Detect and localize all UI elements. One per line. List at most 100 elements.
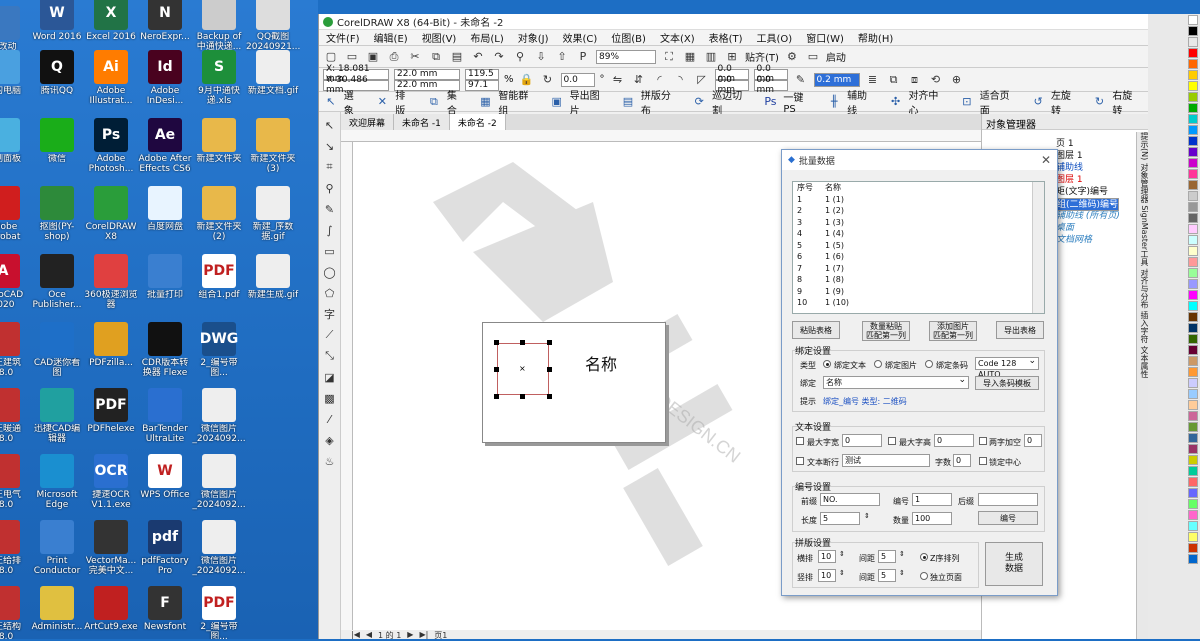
plugin-icon[interactable]: ✕ — [375, 94, 391, 110]
import-barcode-template-button[interactable]: 导入条码模板 — [975, 376, 1039, 390]
bind-code-radio[interactable] — [925, 360, 933, 368]
table-row[interactable]: 9 1 (9) — [797, 286, 861, 298]
desktop-icon[interactable]: CAD迷你看图 — [30, 318, 84, 384]
export-icon[interactable]: ⇧ — [554, 49, 570, 65]
new-icon[interactable]: ▢ — [323, 49, 339, 65]
close-icon[interactable]: ✕ — [1041, 153, 1051, 167]
desktop-icon[interactable]: Oce Publisher... — [30, 250, 84, 316]
last-page-icon[interactable]: ▶| — [419, 630, 428, 639]
corner-chamfer-icon[interactable]: ◸ — [694, 72, 710, 88]
max-height-checkbox[interactable] — [888, 437, 896, 445]
v-gap-input[interactable]: 5 — [878, 569, 896, 582]
color-swatch[interactable] — [1188, 433, 1198, 443]
horizontal-count-input[interactable]: 10 — [818, 550, 836, 563]
desktop-icon[interactable]: OCR 捷速OCR V1.1.exe — [84, 450, 138, 516]
color-swatch[interactable] — [1188, 345, 1198, 355]
selection-handle[interactable] — [520, 394, 525, 399]
menu-item[interactable]: 对象(J) — [511, 30, 556, 45]
desktop-icon[interactable]: Print Conductor — [30, 516, 84, 582]
color-swatch[interactable] — [1188, 312, 1198, 322]
barcode-type-select[interactable]: Code 128 AUTO — [975, 356, 1039, 379]
selected-qr-placeholder[interactable]: × — [497, 343, 549, 395]
color-swatch[interactable] — [1188, 180, 1198, 190]
text-wrap-input[interactable]: 测试 — [842, 454, 930, 467]
desktop-icon[interactable]: 天正建筑 V8.0 — [0, 318, 30, 384]
export-table-button[interactable]: 导出表格 — [996, 321, 1044, 339]
horizontal-spinner-icon[interactable]: ⇕ — [839, 550, 845, 558]
zoom-select[interactable]: 89% — [596, 49, 656, 64]
color-swatch[interactable] — [1188, 400, 1198, 410]
guidelines-icon[interactable]: ⊞ — [724, 49, 740, 65]
two-char-space-checkbox[interactable] — [979, 437, 987, 445]
plugin-icon[interactable]: ⊡ — [959, 94, 975, 110]
desktop-icon[interactable]: PDFzilla... — [84, 318, 138, 384]
bind-text-radio[interactable] — [823, 360, 831, 368]
cut-icon[interactable]: ✂ — [407, 49, 423, 65]
color-swatch[interactable] — [1188, 114, 1198, 124]
desktop-icon[interactable]: 天正电气 V8.0 — [0, 450, 30, 516]
plugin-button[interactable]: 导出图片 — [570, 87, 609, 117]
desktop-icon[interactable]: AAutoCAD 2020 — [0, 250, 30, 316]
search-icon[interactable]: ⚲ — [512, 49, 528, 65]
import-icon[interactable]: ⇩ — [533, 49, 549, 65]
add-image-button[interactable]: 添加图片 匹配第一列 — [929, 321, 977, 341]
color-swatch[interactable] — [1188, 70, 1198, 80]
angle-field[interactable]: 0.0 — [560, 72, 595, 87]
to-back-icon[interactable]: ⧈ — [907, 72, 923, 88]
selection-handle[interactable] — [547, 340, 552, 345]
color-swatch[interactable] — [1188, 202, 1198, 212]
max-width-input[interactable]: 0 — [842, 434, 882, 447]
desktop-icon[interactable]: 新建文档.gif — [246, 46, 300, 112]
rulers-icon[interactable]: ▦ — [682, 49, 698, 65]
plugin-button[interactable]: 适合页面 — [980, 87, 1019, 117]
width-field[interactable]: 22.0 mm — [394, 68, 460, 80]
eyedropper-icon[interactable]: ⁄ — [322, 411, 338, 427]
plugin-icon[interactable]: ⧉ — [426, 94, 442, 110]
color-swatch[interactable] — [1188, 169, 1198, 179]
table-row[interactable]: 4 1 (4) — [797, 228, 861, 240]
plugin-button[interactable]: 集合 — [447, 87, 467, 117]
desktop-icon[interactable]: Q 腾讯QQ — [30, 46, 84, 112]
paste-match-button[interactable]: 数量粘贴 匹配第一列 — [862, 321, 910, 341]
desktop-icon[interactable]: VectorMa...完美中文... — [84, 516, 138, 582]
plugin-button[interactable]: 排版 — [395, 87, 415, 117]
selection-handle[interactable] — [494, 367, 499, 372]
menu-item[interactable]: 文本(X) — [653, 30, 702, 45]
snap-dropdown[interactable]: 贴齐(T) — [745, 49, 779, 64]
rotate-icon[interactable]: ↻ — [540, 72, 556, 88]
desktop-icon[interactable]: 微信 — [30, 114, 84, 180]
menu-item[interactable]: 位图(B) — [604, 30, 653, 45]
color-swatch[interactable] — [1188, 290, 1198, 300]
color-swatch[interactable] — [1188, 92, 1198, 102]
color-swatch[interactable] — [1188, 301, 1198, 311]
number-button[interactable]: 编号 — [978, 511, 1038, 525]
plugin-button[interactable]: 選象 — [344, 87, 364, 117]
print-icon[interactable]: ⎙ — [386, 49, 402, 65]
selection-handle[interactable] — [520, 340, 525, 345]
color-swatch[interactable] — [1188, 37, 1198, 47]
wrap-text-icon[interactable]: ≣ — [865, 72, 881, 88]
table-row[interactable]: 7 1 (7) — [797, 263, 861, 275]
desktop-icon[interactable]: Ps Adobe Photosh... — [84, 114, 138, 180]
smart-fill-icon[interactable]: ♨ — [322, 453, 338, 469]
tab-welcome[interactable]: 欢迎屏幕 — [341, 114, 395, 130]
drop-shadow-icon[interactable]: ◪ — [322, 369, 338, 385]
menu-item[interactable]: 帮助(H) — [851, 30, 900, 45]
polygon-tool-icon[interactable]: ⬠ — [322, 285, 338, 301]
desktop-icon[interactable]: Id Adobe InDesi... — [138, 46, 192, 112]
prev-page-icon[interactable]: ◀ — [366, 630, 372, 639]
desktop-icon[interactable]: 我的电脑 — [0, 46, 30, 112]
scale-y-field[interactable]: 97.1 — [465, 79, 499, 91]
color-swatch[interactable] — [1188, 356, 1198, 366]
plugin-icon[interactable]: ⟳ — [691, 94, 707, 110]
color-swatch[interactable] — [1188, 213, 1198, 223]
plugin-icon[interactable]: ▣ — [549, 94, 565, 110]
first-page-icon[interactable]: |◀ — [351, 630, 360, 639]
corner-scallop-icon[interactable]: ◝ — [673, 72, 689, 88]
color-swatch[interactable] — [1188, 499, 1198, 509]
desktop-icon[interactable]: 天正结构 V8.0 — [0, 582, 30, 639]
color-swatch[interactable] — [1188, 532, 1198, 542]
desktop-icon[interactable]: 微信图片_2024092... — [192, 516, 246, 582]
color-swatch[interactable] — [1188, 510, 1198, 520]
color-swatch[interactable] — [1188, 279, 1198, 289]
